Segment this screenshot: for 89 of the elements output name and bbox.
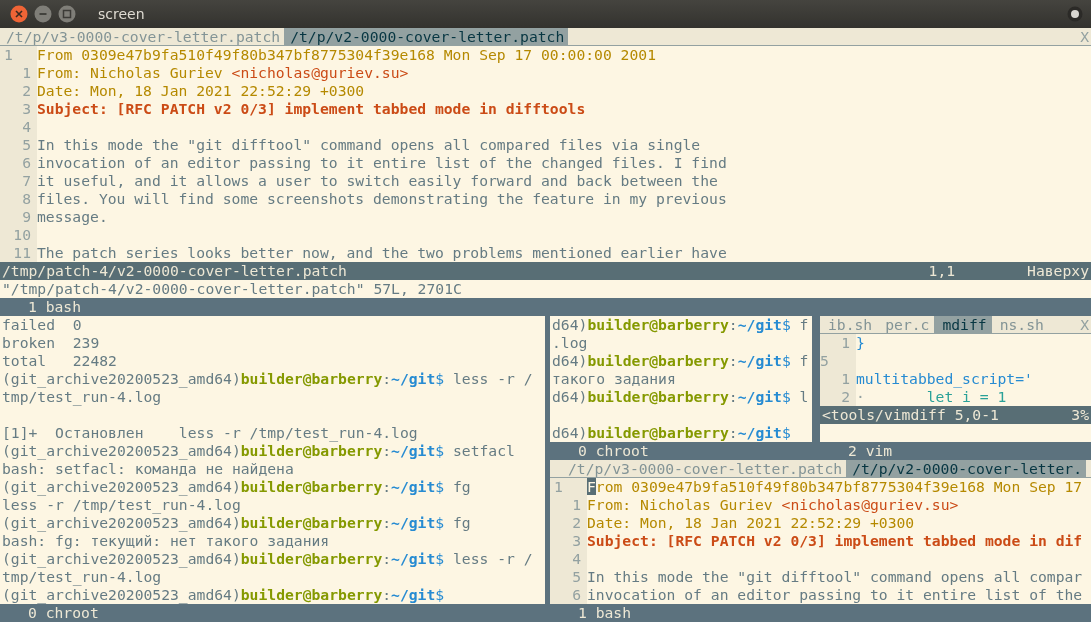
line-number: 1 [0,64,37,82]
window-title: screen [98,5,145,23]
line-number: 1 [550,478,587,496]
code-line: The patch series looks better now, and the two problems mentioned earlier have [37,244,727,262]
terminal-line: d64)builder@barberry:~/git$ f [552,352,809,370]
code-line: invocation of an editor passing to it entire list of the [587,586,1083,604]
line-number: 8 [0,190,37,208]
scroll-position: 3% [1071,406,1089,424]
code-line: From 0309e47b9fa510f49f80b347bf8775304f39e168 Mon Sep 17 00:00:00 2001 [37,46,656,64]
maximize-button[interactable] [58,5,76,23]
close-button[interactable] [10,5,28,23]
caption-text: 1 bash [28,298,82,316]
terminal-line: (git_archive20200523_amd64)builder@barberry:~/git$ setfacl [2,442,515,460]
code-line: From: Nicholas Guriev <nicholas@guriev.su> [37,64,409,82]
terminal-line: failed 0 [2,316,82,334]
line-number: 5 [550,568,587,586]
terminal-line: broken 239 [2,334,100,352]
line-number: 1 [550,496,587,514]
line-number: 10 [0,226,37,244]
editor-tab[interactable]: per.c [877,316,935,334]
file-path: <tools/vimdiff 5,0-1 [822,406,999,424]
line-number: 2 [550,514,587,532]
line-number: 7 [0,172,37,190]
terminal-line: (git_archive20200523_amd64)builder@barberry:~/git$ fg [2,478,471,496]
terminal-line: tmp/test_run-4.log [2,388,162,406]
close-tab-button[interactable]: X [1080,28,1091,46]
terminal-line: bash: setfacl: команда не найдена [2,460,294,478]
close-tab-button[interactable]: X [1080,316,1091,334]
code-line: In this mode the "git difftool" command opens all compared files via single [37,136,701,154]
terminal-line: (git_archive20200523_amd64)builder@barberry:~/git$ less -r / [2,370,533,388]
line-number: 11 [0,244,37,262]
terminal-line: less -r /tmp/test_run-4.log [2,496,241,514]
code-line: message. [37,208,108,226]
editor-tab[interactable]: ib.sh [820,316,878,334]
editor-tab[interactable]: /t/p/v3-0000-cover-letter.patch [562,460,847,478]
terminal-line: (git_archive20200523_amd64)builder@barberry:~/git$ fg [2,514,471,532]
terminal-line: bash: fg: текущий: нет такого задания [2,532,330,550]
editor-tab[interactable]: /t/p/v3-0000-cover-letter.patch [0,28,285,46]
terminal-line: .log [552,334,588,352]
caption-text: 1 bash [578,604,632,622]
caption-text: 0 chroot [578,442,649,460]
caption-text: 0 chroot [28,604,99,622]
terminal-line: d64)builder@barberry:~/git$ f [552,316,809,334]
line-number: 4 [550,550,587,568]
editor-tab[interactable]: mdiff [934,316,992,334]
editor-tab[interactable]: /t/p/v2-0000-cover-letter. [846,460,1087,478]
code-line: Date: Mon, 18 Jan 2021 22:52:29 +0300 [37,82,365,100]
code-line: files. You will find some screenshots demonstrating the feature in my previous [37,190,727,208]
line-number: 3 [550,532,587,550]
line-number: 9 [0,208,37,226]
line-number: 5 [820,352,856,370]
code-line: invocation of an editor passing to it entire list of the changed files. I find [37,154,727,172]
line-number: 2 [820,388,856,406]
line-number: 3 [0,100,37,118]
minimize-button[interactable] [34,5,52,23]
code-line: From: Nicholas Guriev <nicholas@guriev.su> [587,496,959,514]
file-path: /tmp/patch-4/v2-0000-cover-letter.patch [2,262,347,280]
caption-text: 2 vim [848,442,893,460]
line-number: 1 [820,370,856,388]
code-line: multitabbed_script=' [856,370,1033,388]
terminal-line: total 22482 [2,352,117,370]
circle-icon [1067,6,1083,22]
code-line: · let i = 1 [856,388,1007,406]
terminal-line: (git_archive20200523_amd64)builder@barberry:~/git$ [2,586,445,604]
terminal-line: (git_archive20200523_amd64)builder@barberry:~/git$ less -r / [2,550,533,568]
line-number: 4 [0,118,37,136]
terminal-line: tmp/test_run-4.log [2,568,162,586]
line-number: 5 [0,136,37,154]
scroll-position: Наверху [1027,262,1089,280]
line-number: 2 [0,82,37,100]
code-line: } [856,334,865,352]
cursor-position: 1,1 [928,262,956,280]
terminal-line: [1]+ Остановлен less -r /tmp/test_run-4.log [2,424,418,442]
code-line: F rom 0309e47b9fa510f49f80b347bf8775304f39e168 Mon Sep 17 [587,478,1083,496]
line-number: 6 [550,586,587,604]
terminal-line: такого задания [552,370,676,388]
code-line: it useful, and it allows a user to switch easily forward and back between the [37,172,718,190]
code-line: Subject: [RFC PATCH v2 0/3] implement tabbed mode in dif [587,532,1083,550]
line-number: 1 [0,46,37,64]
line-number: 6 [0,154,37,172]
line-number: 1 [820,334,856,352]
code-line: Date: Mon, 18 Jan 2021 22:52:29 +0300 [587,514,915,532]
terminal-line: d64)builder@barberry:~/git$ [552,424,791,442]
code-line: In this mode the "git difftool" command opens all compar [587,568,1083,586]
code-line: Subject: [RFC PATCH v2 0/3] implement tabbed mode in difftools [37,100,586,118]
editor-tab[interactable]: /t/p/v2-0000-cover-letter.patch [284,28,569,46]
editor-tab[interactable]: ns.sh [991,316,1049,334]
terminal-line: d64)builder@barberry:~/git$ l [552,388,809,406]
message-line: "/tmp/patch-4/v2-0000-cover-letter.patch" 57L, 2701C [2,280,462,298]
